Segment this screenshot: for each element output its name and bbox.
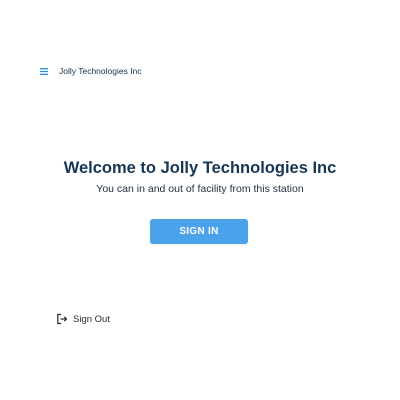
sign-in-button[interactable]: SIGN IN [150,219,248,244]
sign-out-label: Sign Out [73,313,110,325]
welcome-section: Welcome to Jolly Technologies Inc You ca… [0,157,400,196]
sign-out-icon [56,313,68,325]
kiosk-screen: Jolly Technologies Inc Welcome to Jolly … [0,0,400,400]
welcome-title: Welcome to Jolly Technologies Inc [63,159,337,177]
sign-out-button[interactable]: Sign Out [56,311,110,327]
hamburger-menu-icon[interactable] [39,63,48,79]
app-name: Jolly Technologies Inc [59,66,142,76]
top-bar: Jolly Technologies Inc [39,63,142,79]
welcome-subtitle: You can in and out of facility from this… [96,183,304,195]
